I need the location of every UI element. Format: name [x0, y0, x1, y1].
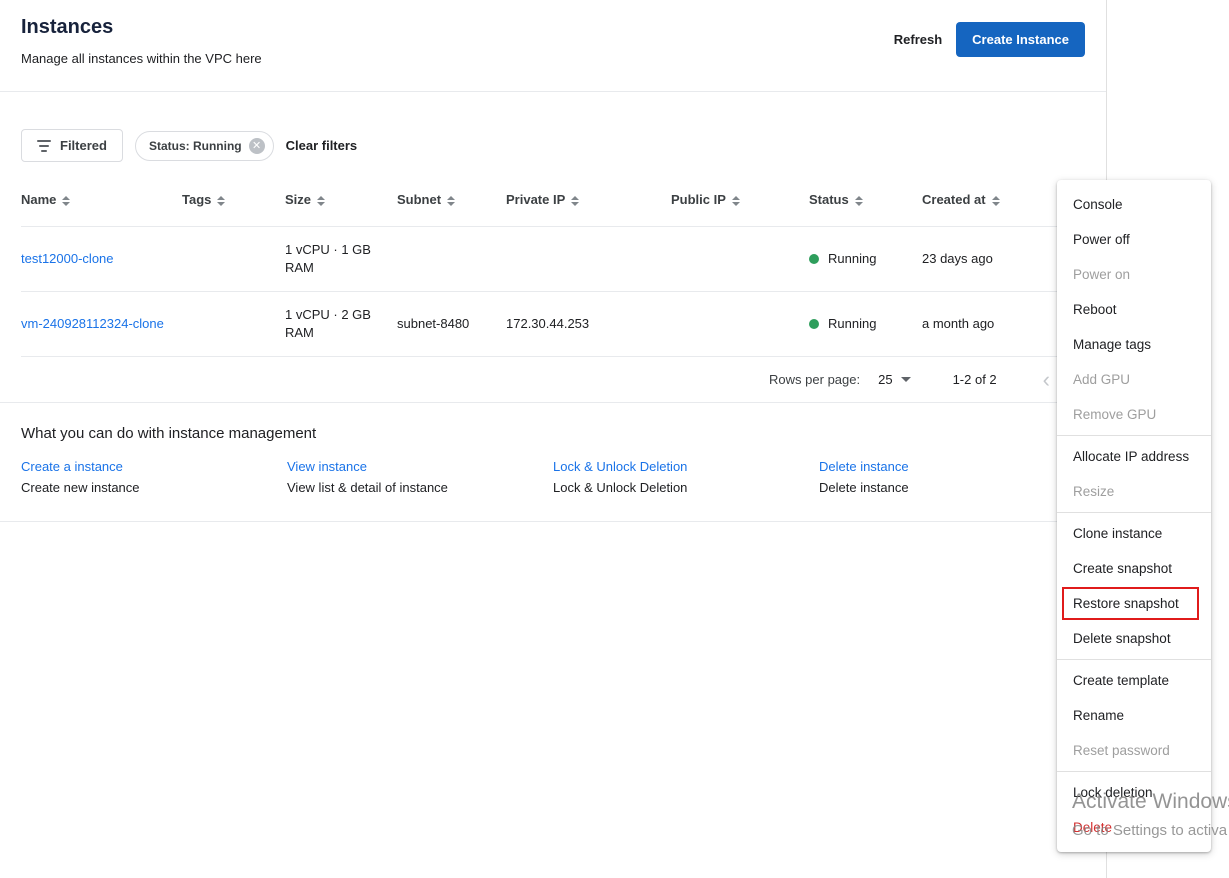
filtered-button-label: Filtered	[60, 138, 107, 153]
refresh-button[interactable]: Refresh	[894, 32, 942, 47]
help-item-view-instance: View instance View list & detail of inst…	[287, 459, 553, 495]
rows-per-page-select[interactable]: 25	[878, 372, 910, 387]
menu-item-power-off[interactable]: Power off	[1057, 222, 1211, 257]
menu-divider	[1057, 771, 1211, 772]
menu-item-console[interactable]: Console	[1057, 187, 1211, 222]
menu-item-allocate-ip-address[interactable]: Allocate IP address	[1057, 439, 1211, 474]
sort-icon	[62, 196, 70, 206]
page-subtitle: Manage all instances within the VPC here	[21, 51, 262, 66]
column-header-status[interactable]: Status	[809, 180, 922, 227]
sort-icon	[992, 196, 1000, 206]
menu-item-reboot[interactable]: Reboot	[1057, 292, 1211, 327]
view-instance-link[interactable]: View instance	[287, 459, 537, 474]
cell-tags	[182, 292, 285, 357]
sort-icon	[447, 196, 455, 206]
menu-item-remove-gpu: Remove GPU	[1057, 397, 1211, 432]
cell-subnet: subnet-8480	[397, 292, 506, 357]
main-content: Instances Manage all instances within th…	[0, 0, 1107, 878]
rows-per-page-label: Rows per page:	[769, 372, 860, 387]
menu-item-delete-snapshot[interactable]: Delete snapshot	[1057, 621, 1211, 656]
instance-name-link[interactable]: test12000-clone	[21, 251, 114, 266]
help-item-description: View list & detail of instance	[287, 480, 537, 495]
help-item-delete-instance: Delete instance Delete instance	[819, 459, 1085, 495]
status-badge: Running	[809, 315, 912, 333]
menu-item-add-gpu: Add GPU	[1057, 362, 1211, 397]
table-row: test12000-clone 1 vCPU · 1 GB RAM Runnin…	[21, 227, 1085, 292]
help-item-description: Create new instance	[21, 480, 271, 495]
instance-actions-menu: Console Power off Power on Reboot Manage…	[1057, 180, 1211, 852]
menu-item-lock-deletion[interactable]: Lock deletion	[1057, 775, 1211, 810]
instance-name-link[interactable]: vm-240928112324-clone	[21, 316, 164, 331]
menu-item-reset-password: Reset password	[1057, 733, 1211, 768]
column-header-public-ip[interactable]: Public IP	[671, 180, 809, 227]
header-actions: Refresh Create Instance	[894, 22, 1085, 57]
menu-item-rename[interactable]: Rename	[1057, 698, 1211, 733]
cell-private-ip	[506, 227, 671, 292]
help-section-title: What you can do with instance management	[21, 425, 1085, 442]
sort-icon	[571, 196, 579, 206]
page-header: Instances Manage all instances within th…	[0, 0, 1106, 92]
column-header-name[interactable]: Name	[21, 180, 182, 227]
cell-tags	[182, 227, 285, 292]
help-grid: Create a instance Create new instance Vi…	[21, 459, 1085, 495]
cell-public-ip	[671, 292, 809, 357]
column-header-subnet[interactable]: Subnet	[397, 180, 506, 227]
filter-chip-label: Status: Running	[149, 139, 242, 153]
header-titles: Instances Manage all instances within th…	[21, 16, 262, 66]
menu-item-create-snapshot[interactable]: Create snapshot	[1057, 551, 1211, 586]
menu-item-create-template[interactable]: Create template	[1057, 663, 1211, 698]
delete-instance-link[interactable]: Delete instance	[819, 459, 1069, 474]
page: Instances Manage all instances within th…	[0, 0, 1229, 878]
help-item-lock-unlock-deletion: Lock & Unlock Deletion Lock & Unlock Del…	[553, 459, 819, 495]
menu-item-manage-tags[interactable]: Manage tags	[1057, 327, 1211, 362]
help-item-create-instance: Create a instance Create new instance	[21, 459, 287, 495]
create-a-instance-link[interactable]: Create a instance	[21, 459, 271, 474]
sort-icon	[855, 196, 863, 206]
instance-table-body: test12000-clone 1 vCPU · 1 GB RAM Runnin…	[21, 227, 1085, 357]
lock-unlock-deletion-link[interactable]: Lock & Unlock Deletion	[553, 459, 803, 474]
cell-public-ip	[671, 227, 809, 292]
menu-item-delete[interactable]: Delete	[1057, 810, 1211, 845]
status-dot-icon	[809, 319, 819, 329]
previous-page-icon[interactable]: ‹	[1043, 373, 1050, 387]
menu-divider	[1057, 659, 1211, 660]
rows-per-page-value: 25	[878, 372, 892, 387]
cell-size: 1 vCPU · 2 GB RAM	[285, 292, 397, 357]
table-header: Name Tags Size Subnet Private IP Public …	[21, 180, 1085, 227]
cell-subnet	[397, 227, 506, 292]
filter-chip-status-running[interactable]: Status: Running ✕	[135, 131, 274, 161]
clear-filters-button[interactable]: Clear filters	[286, 138, 358, 153]
help-section: What you can do with instance management…	[0, 403, 1106, 522]
menu-divider	[1057, 435, 1211, 436]
sort-icon	[732, 196, 740, 206]
column-header-private-ip[interactable]: Private IP	[506, 180, 671, 227]
status-dot-icon	[809, 254, 819, 264]
menu-item-clone-instance[interactable]: Clone instance	[1057, 516, 1211, 551]
chevron-down-icon	[901, 377, 911, 382]
help-item-description: Lock & Unlock Deletion	[553, 480, 803, 495]
filter-icon	[37, 140, 51, 152]
page-title: Instances	[21, 16, 262, 39]
menu-item-resize: Resize	[1057, 474, 1211, 509]
status-badge: Running	[809, 250, 912, 268]
instances-table: Name Tags Size Subnet Private IP Public …	[21, 180, 1085, 357]
menu-item-restore-snapshot[interactable]: Restore snapshot	[1057, 586, 1211, 621]
menu-item-power-on: Power on	[1057, 257, 1211, 292]
help-item-description: Delete instance	[819, 480, 1069, 495]
column-header-size[interactable]: Size	[285, 180, 397, 227]
cell-private-ip: 172.30.44.253	[506, 292, 671, 357]
create-instance-button[interactable]: Create Instance	[956, 22, 1085, 57]
sort-icon	[317, 196, 325, 206]
filtered-button[interactable]: Filtered	[21, 129, 123, 162]
cell-size: 1 vCPU · 1 GB RAM	[285, 227, 397, 292]
pagination-range: 1-2 of 2	[953, 372, 997, 387]
column-header-tags[interactable]: Tags	[182, 180, 285, 227]
filter-bar: Filtered Status: Running ✕ Clear filters	[0, 92, 1106, 180]
chip-close-icon[interactable]: ✕	[249, 138, 265, 154]
menu-divider	[1057, 512, 1211, 513]
sort-icon	[217, 196, 225, 206]
table-row: vm-240928112324-clone 1 vCPU · 2 GB RAM …	[21, 292, 1085, 357]
pagination-bar: Rows per page: 25 1-2 of 2 ‹	[0, 357, 1106, 403]
